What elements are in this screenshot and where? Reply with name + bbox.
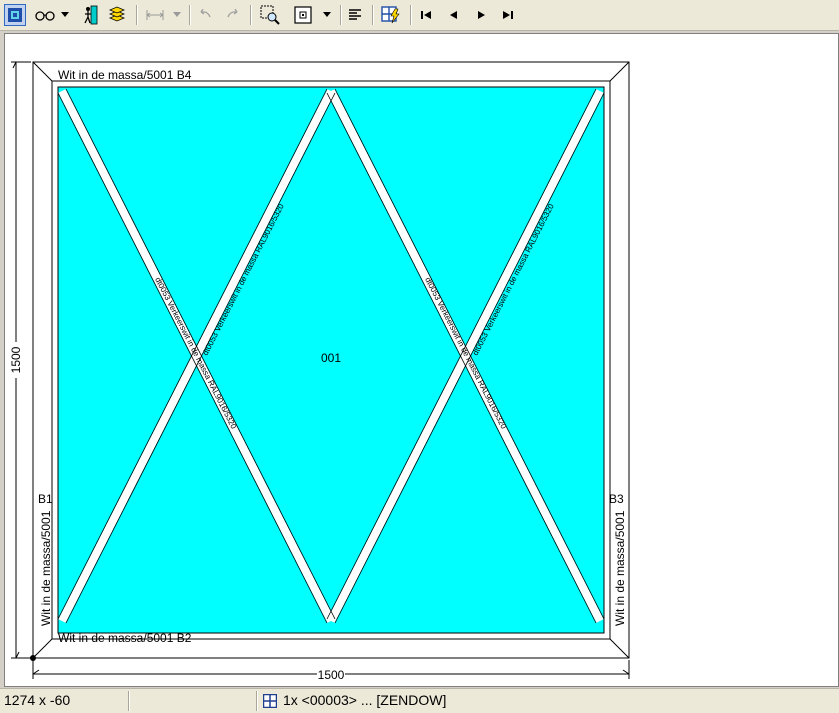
door-button[interactable]	[79, 4, 101, 26]
redo-button[interactable]	[222, 4, 244, 26]
toolbar-separator	[410, 5, 412, 25]
last-icon	[503, 11, 513, 19]
view-mode-dropdown-button[interactable]	[320, 4, 334, 26]
dimension-icon	[146, 10, 164, 20]
toolbar	[0, 0, 839, 31]
frame-tool-button[interactable]	[4, 4, 26, 26]
previous-button[interactable]	[443, 4, 465, 26]
view-mode-button[interactable]	[292, 4, 314, 26]
panel-label: 001	[321, 351, 341, 365]
grid-lightning-button[interactable]	[380, 4, 402, 26]
right-frame-code: B3	[609, 492, 624, 506]
bottom-frame-label: Wit in de massa/5001 B2	[58, 631, 192, 645]
glasses-button[interactable]	[34, 4, 56, 26]
status-divider	[128, 691, 130, 711]
right-frame-label: Wit in de massa/5001	[613, 510, 627, 626]
status-divider	[256, 691, 258, 711]
next-icon	[478, 11, 485, 19]
height-dimension-label: 1500	[9, 346, 23, 373]
view-mode-icon	[294, 6, 312, 24]
align-left-button[interactable]	[345, 4, 367, 26]
toolbar-separator	[250, 5, 252, 25]
dimension-dropdown-button[interactable]	[170, 4, 184, 26]
layers-icon	[108, 6, 126, 22]
view-mode-dropdown-icon	[323, 12, 331, 17]
undo-button[interactable]	[194, 4, 216, 26]
redo-icon	[227, 9, 238, 18]
glasses-dropdown-button[interactable]	[58, 4, 72, 26]
drawing-canvas[interactable]: dt0053 Verkeerswit in de massa RAL9016/5…	[4, 33, 839, 687]
glasses-icon	[35, 11, 55, 21]
origin-point	[30, 655, 36, 661]
first-icon	[421, 11, 431, 19]
toolbar-separator	[340, 5, 342, 25]
previous-icon	[450, 11, 457, 19]
window-drawing[interactable]: dt0053 Verkeerswit in de massa RAL9016/5…	[5, 34, 838, 686]
first-button[interactable]	[415, 4, 437, 26]
toolbar-separator	[136, 5, 138, 25]
coordinates-readout: 1274 x -60	[4, 692, 71, 708]
door-icon	[84, 5, 98, 25]
top-frame-label: Wit in de massa/5001 B4	[58, 68, 192, 82]
document-status: 1x <00003> ... [ZENDOW]	[283, 692, 447, 708]
last-button[interactable]	[497, 4, 519, 26]
toolbar-separator	[189, 5, 191, 25]
status-bar: 1274 x -60 1x <00003> ... [ZENDOW]	[0, 688, 839, 713]
undo-icon	[200, 9, 211, 18]
frame-tool-icon	[8, 8, 22, 22]
dimension-button[interactable]	[144, 4, 166, 26]
width-dimension-label: 1500	[318, 668, 345, 682]
align-left-icon	[349, 9, 361, 20]
toolbar-separator	[372, 5, 374, 25]
zoom-select-icon	[260, 5, 280, 25]
layers-button[interactable]	[106, 4, 128, 26]
left-frame-code: B1	[38, 492, 53, 506]
dimension-dropdown-icon	[173, 12, 181, 17]
next-button[interactable]	[470, 4, 492, 26]
zoom-select-button[interactable]	[259, 4, 281, 26]
glasses-dropdown-icon	[61, 12, 69, 17]
grid-lightning-icon	[381, 6, 400, 24]
left-frame-label: Wit in de massa/5001	[39, 510, 53, 626]
grid-icon	[262, 693, 278, 711]
